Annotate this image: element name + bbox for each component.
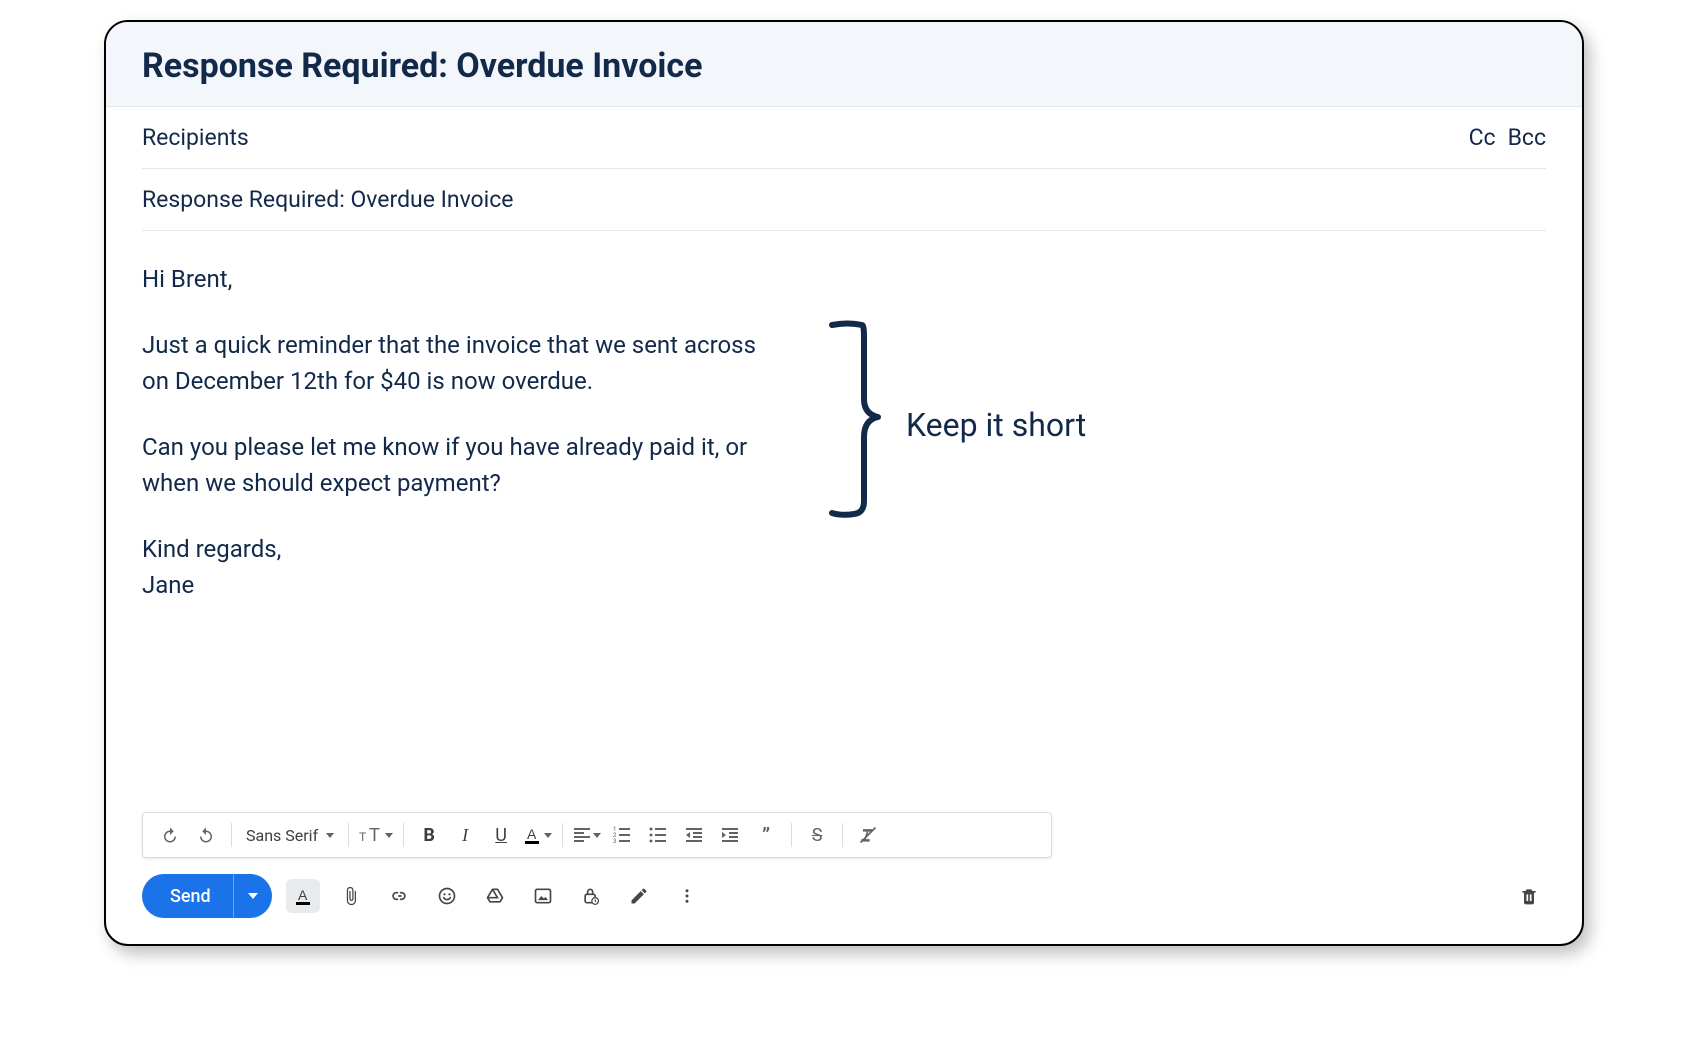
bold-button[interactable]: B xyxy=(412,818,446,852)
message-body[interactable]: Hi Brent, Just a quick reminder that the… xyxy=(106,231,1582,812)
chevron-down-icon xyxy=(544,833,552,838)
redo-button[interactable] xyxy=(189,818,223,852)
header-fields: Recipients Cc Bcc Response Required: Ove… xyxy=(106,107,1582,231)
action-bar: Send A xyxy=(106,874,1582,944)
separator xyxy=(562,823,563,847)
bulleted-list-icon xyxy=(649,826,667,844)
separator xyxy=(791,823,792,847)
lock-clock-icon xyxy=(581,886,601,906)
subject-field[interactable]: Response Required: Overdue Invoice xyxy=(142,169,1546,231)
drive-icon xyxy=(485,886,505,906)
text-format-icon: A xyxy=(293,886,313,906)
font-family-label: Sans Serif xyxy=(246,826,318,845)
more-options-button[interactable] xyxy=(670,879,704,913)
pen-icon xyxy=(629,886,649,906)
underline-icon: U xyxy=(495,825,507,846)
cc-toggle[interactable]: Cc xyxy=(1469,124,1496,151)
more-vertical-icon xyxy=(678,887,696,905)
body-signature: Jane xyxy=(142,567,1546,603)
body-paragraph-1: Just a quick reminder that the invoice t… xyxy=(142,327,782,399)
chevron-down-icon xyxy=(593,833,601,838)
insert-link-button[interactable] xyxy=(382,879,416,913)
paperclip-icon xyxy=(341,886,361,906)
annotation-label: Keep it short xyxy=(906,401,1086,449)
redo-icon xyxy=(197,826,215,844)
separator xyxy=(348,823,349,847)
indent-more-button[interactable] xyxy=(713,818,747,852)
separator xyxy=(842,823,843,847)
font-family-select[interactable]: Sans Serif xyxy=(240,818,340,852)
indent-less-button[interactable] xyxy=(677,818,711,852)
underline-button[interactable]: U xyxy=(484,818,518,852)
align-left-icon xyxy=(573,826,591,844)
image-icon xyxy=(533,886,553,906)
strikethrough-icon: S xyxy=(812,825,823,846)
title-bar: Response Required: Overdue Invoice xyxy=(106,22,1582,107)
annotation-bracket-icon xyxy=(824,319,894,519)
trash-icon xyxy=(1519,886,1539,906)
bold-icon: B xyxy=(423,825,435,846)
text-color-icon: A xyxy=(522,825,542,845)
quote-icon: ” xyxy=(762,830,770,840)
body-paragraph-2: Can you please let me know if you have a… xyxy=(142,429,782,501)
send-button[interactable]: Send xyxy=(142,874,234,918)
italic-button[interactable]: I xyxy=(448,818,482,852)
align-select[interactable] xyxy=(571,818,603,852)
remove-formatting-button[interactable] xyxy=(851,818,885,852)
undo-button[interactable] xyxy=(153,818,187,852)
send-button-group: Send xyxy=(142,874,272,918)
svg-text:A: A xyxy=(527,826,537,842)
compose-window: Response Required: Overdue Invoice Recip… xyxy=(104,20,1584,946)
remove-formatting-icon xyxy=(858,825,878,845)
svg-text:T: T xyxy=(369,825,380,845)
font-size-select[interactable]: T T xyxy=(357,818,395,852)
discard-draft-button[interactable] xyxy=(1512,879,1546,913)
separator xyxy=(403,823,404,847)
confidential-mode-button[interactable] xyxy=(574,879,608,913)
font-size-icon: T T xyxy=(359,825,383,845)
undo-icon xyxy=(161,826,179,844)
insert-emoji-button[interactable] xyxy=(430,879,464,913)
svg-text:A: A xyxy=(298,887,308,903)
send-options-button[interactable] xyxy=(234,874,272,918)
window-title: Response Required: Overdue Invoice xyxy=(142,46,1546,86)
numbered-list-icon: 1 2 3 xyxy=(613,826,631,844)
chevron-down-icon xyxy=(385,833,393,838)
numbered-list-button[interactable]: 1 2 3 xyxy=(605,818,639,852)
body-greeting: Hi Brent, xyxy=(142,261,1546,297)
bcc-toggle[interactable]: Bcc xyxy=(1508,124,1546,151)
body-closing: Kind regards, xyxy=(142,531,1546,567)
italic-icon: I xyxy=(462,825,468,846)
insert-photo-button[interactable] xyxy=(526,879,560,913)
send-label: Send xyxy=(170,886,211,907)
separator xyxy=(231,823,232,847)
insert-drive-button[interactable] xyxy=(478,879,512,913)
format-toolbar: Sans Serif T T B I U xyxy=(142,812,1052,858)
indent-more-icon xyxy=(721,826,739,844)
chevron-down-icon xyxy=(326,833,334,838)
bulleted-list-button[interactable] xyxy=(641,818,675,852)
recipients-field[interactable]: Recipients Cc Bcc xyxy=(142,107,1546,169)
cc-bcc-toggles: Cc Bcc xyxy=(1469,124,1546,151)
strikethrough-button[interactable]: S xyxy=(800,818,834,852)
emoji-icon xyxy=(437,886,457,906)
recipients-label: Recipients xyxy=(142,124,1469,151)
svg-text:T: T xyxy=(359,830,367,844)
subject-value: Response Required: Overdue Invoice xyxy=(142,186,1546,213)
chevron-down-icon xyxy=(248,893,258,899)
formatting-options-button[interactable]: A xyxy=(286,879,320,913)
text-color-select[interactable]: A xyxy=(520,818,554,852)
indent-less-icon xyxy=(685,826,703,844)
insert-signature-button[interactable] xyxy=(622,879,656,913)
quote-button[interactable]: ” xyxy=(749,818,783,852)
link-icon xyxy=(389,886,409,906)
attach-files-button[interactable] xyxy=(334,879,368,913)
svg-text:3: 3 xyxy=(613,838,616,844)
